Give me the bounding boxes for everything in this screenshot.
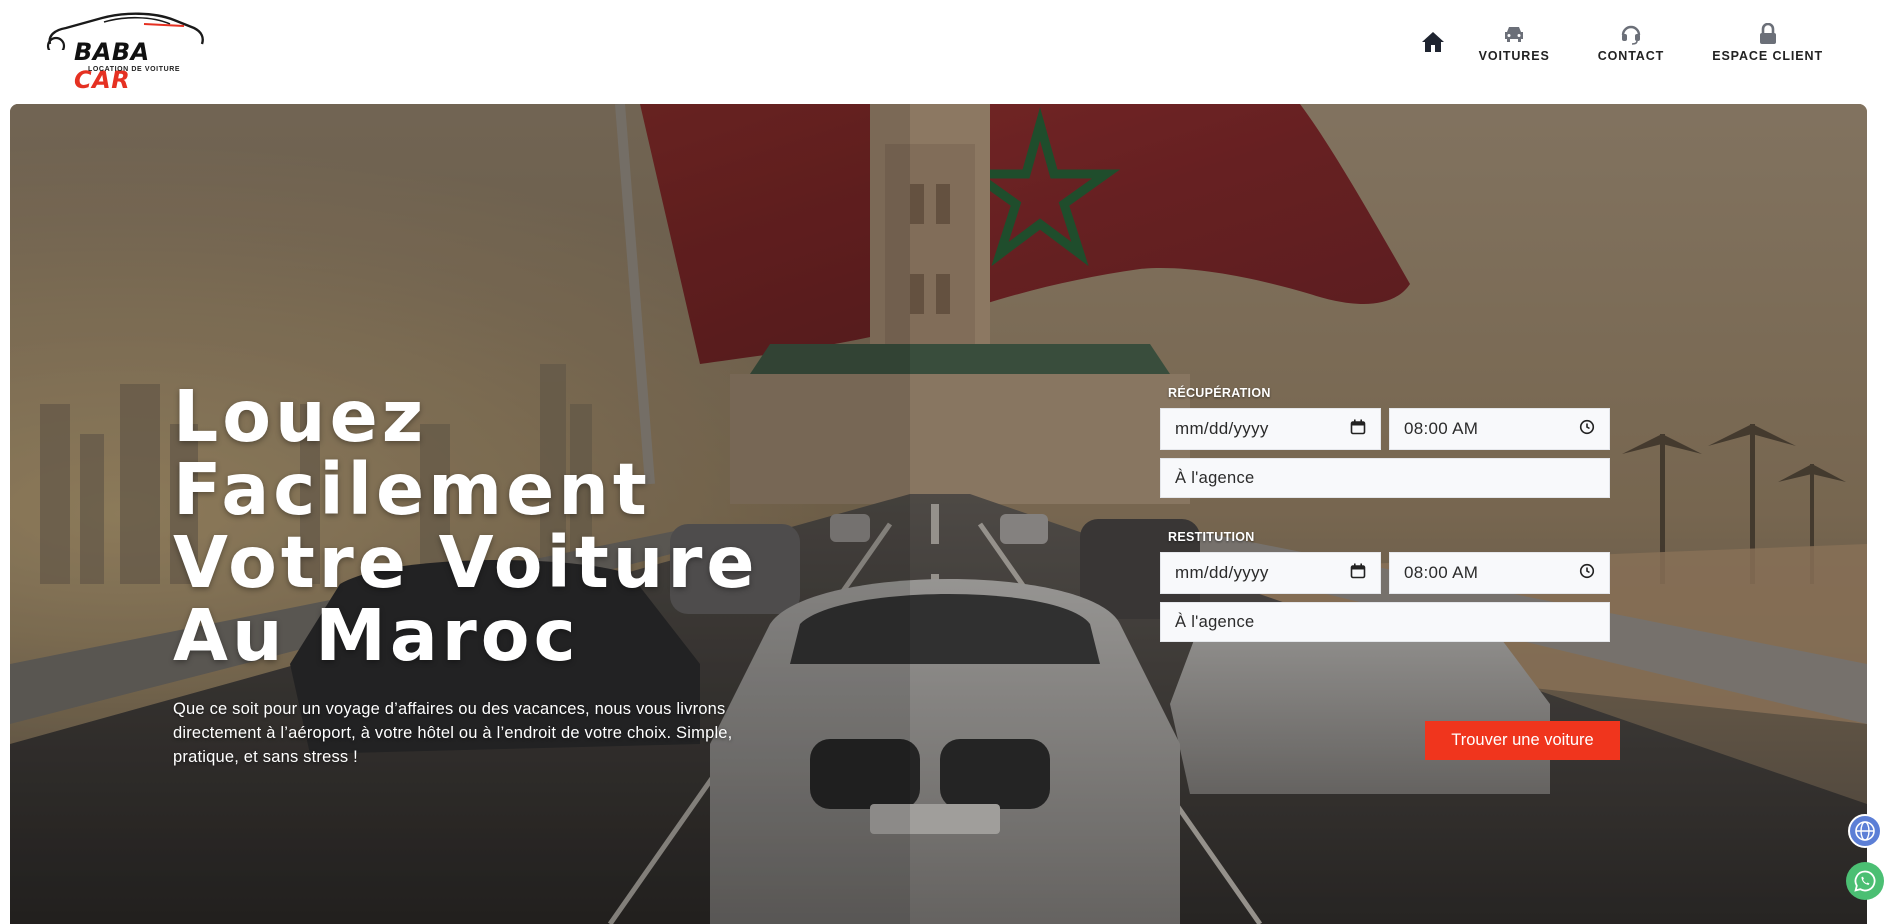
nav-espace-client[interactable]: ESPACE CLIENT [1712, 22, 1823, 63]
pickup-time-value: 08:00 AM [1404, 419, 1479, 438]
calendar-icon[interactable] [1350, 563, 1366, 584]
nav-home[interactable] [1421, 30, 1445, 54]
clock-icon[interactable] [1579, 419, 1595, 440]
hero-title: Louez Facilement Votre Voiture Au Maroc [173, 375, 759, 677]
brand-tagline: LOCATION DE VOITURE [88, 66, 181, 73]
return-date-placeholder: mm/dd/yyyy [1175, 563, 1269, 582]
hero-subtitle: Que ce soit pour un voyage d’affaires ou… [173, 700, 733, 766]
return-time-value: 08:00 AM [1404, 563, 1479, 582]
return-datetime-row: mm/dd/yyyy 08:00 AM [1160, 552, 1610, 594]
return-label: RESTITUTION [1168, 530, 1255, 544]
clock-icon[interactable] [1579, 563, 1595, 584]
pickup-location-select[interactable]: À l'agence [1160, 458, 1610, 498]
return-location-value: À l'agence [1175, 612, 1255, 631]
globe-icon[interactable] [1848, 814, 1882, 848]
return-location-select[interactable]: À l'agence [1160, 602, 1610, 642]
nav-espace-client-label: ESPACE CLIENT [1712, 49, 1823, 63]
nav-contact-label: CONTACT [1597, 49, 1665, 63]
brand-name-part1: BABA [74, 38, 150, 66]
return-time-input[interactable]: 08:00 AM [1389, 552, 1610, 594]
pickup-time-input[interactable]: 08:00 AM [1389, 408, 1610, 450]
nav-voitures-label: VOITURES [1478, 49, 1550, 63]
hero-banner: Louez Facilement Votre Voiture Au Maroc … [10, 104, 1867, 924]
home-icon [1421, 30, 1445, 54]
site-header: BABA CAR LOCATION DE VOITURE VOITURES CO… [0, 0, 1893, 104]
pickup-datetime-row: mm/dd/yyyy 08:00 AM [1160, 408, 1610, 450]
brand-logo[interactable]: BABA CAR LOCATION DE VOITURE [44, 10, 208, 94]
calendar-icon[interactable] [1350, 419, 1366, 440]
return-date-input[interactable]: mm/dd/yyyy [1160, 552, 1381, 594]
pickup-date-input[interactable]: mm/dd/yyyy [1160, 408, 1381, 450]
lock-icon [1758, 22, 1778, 46]
pickup-date-placeholder: mm/dd/yyyy [1175, 419, 1269, 438]
booking-form: RÉCUPÉRATION mm/dd/yyyy 08:00 AM À l'age… [1160, 386, 1620, 760]
find-car-button[interactable]: Trouver une voiture [1425, 721, 1620, 760]
pickup-label: RÉCUPÉRATION [1168, 386, 1271, 400]
pickup-location-value: À l'agence [1175, 468, 1255, 487]
main-nav: VOITURES CONTACT ESPACE CLIENT [1421, 22, 1823, 63]
nav-voitures[interactable]: VOITURES [1479, 22, 1550, 63]
headset-icon [1620, 22, 1642, 46]
whatsapp-icon[interactable] [1846, 862, 1884, 900]
nav-contact[interactable]: CONTACT [1598, 22, 1664, 63]
car-icon [1503, 22, 1525, 46]
